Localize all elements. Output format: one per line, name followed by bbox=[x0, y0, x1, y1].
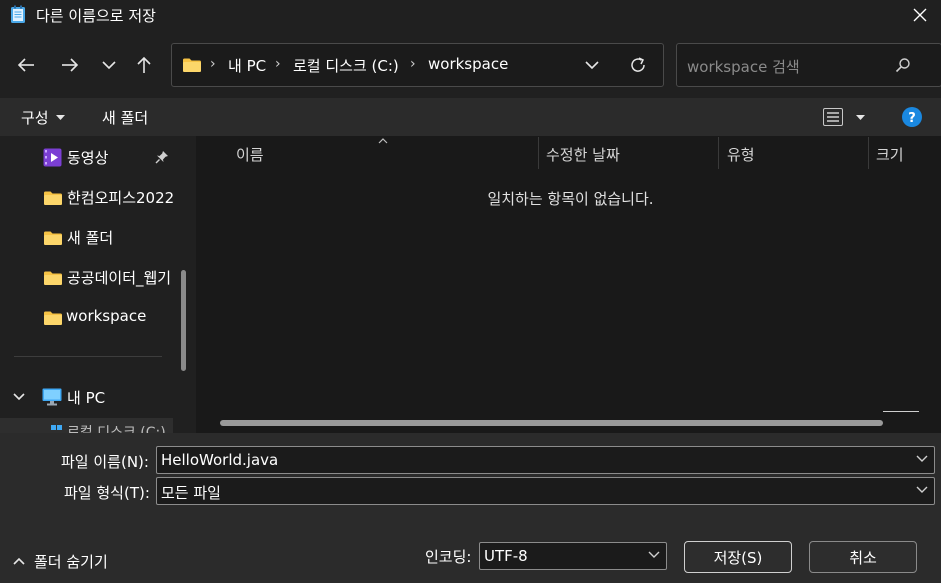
scrollbar-corner-line bbox=[883, 411, 919, 412]
hide-folders-label: 폴더 숨기기 bbox=[34, 553, 108, 571]
encoding-value: UTF-8 bbox=[484, 547, 528, 565]
chevron-up-icon bbox=[13, 557, 25, 565]
folder-icon bbox=[44, 231, 62, 245]
sidebar-item-workspace[interactable]: workspace bbox=[0, 297, 176, 337]
up-arrow-icon bbox=[137, 56, 151, 73]
breadcrumb-separator: › bbox=[410, 56, 416, 72]
chevron-down-icon[interactable] bbox=[13, 393, 25, 401]
column-header-date-modified[interactable]: 수정한 날짜 bbox=[546, 144, 620, 165]
sidebar-item-label: 공공데이터_웹기 bbox=[67, 269, 172, 287]
column-header-size[interactable]: 크기 bbox=[876, 144, 904, 165]
pin-icon[interactable] bbox=[155, 150, 169, 164]
window-title: 다른 이름으로 저장 bbox=[36, 7, 156, 25]
filetype-select[interactable]: 모든 파일 bbox=[156, 477, 935, 505]
new-folder-button[interactable]: 새 폴더 bbox=[102, 107, 148, 128]
sidebar-item-label: 내 PC bbox=[67, 389, 106, 407]
column-divider[interactable] bbox=[718, 137, 719, 169]
cancel-button[interactable]: 취소 bbox=[809, 541, 917, 573]
sidebar-item-label: workspace bbox=[66, 307, 147, 325]
folder-icon bbox=[182, 57, 202, 73]
svg-text:?: ? bbox=[908, 111, 916, 126]
notepad-icon bbox=[10, 5, 26, 24]
horizontal-scrollbar[interactable] bbox=[220, 420, 883, 426]
sidebar-item-this-pc[interactable]: 내 PC bbox=[0, 377, 176, 417]
refresh-icon bbox=[631, 57, 645, 72]
empty-folder-container: 일치하는 항목이 없습니다. bbox=[0, 188, 941, 209]
breadcrumb-this-pc[interactable]: 내 PC bbox=[228, 55, 266, 76]
filetype-label: 파일 형식(T): bbox=[64, 484, 150, 502]
command-bar: 구성 새 폴더 ? bbox=[0, 98, 941, 136]
breadcrumb-workspace[interactable]: workspace bbox=[428, 55, 508, 73]
new-folder-label: 새 폴더 bbox=[102, 109, 149, 127]
help-button[interactable]: ? bbox=[902, 107, 922, 127]
view-list-icon bbox=[823, 108, 843, 126]
empty-folder-message: 일치하는 항목이 없습니다. bbox=[487, 190, 654, 208]
caret-down-icon bbox=[56, 115, 65, 120]
filename-input[interactable]: HelloWorld.java bbox=[161, 451, 278, 469]
filename-label: 파일 이름(N): bbox=[61, 453, 149, 471]
encoding-select[interactable]: UTF-8 bbox=[479, 542, 667, 570]
chevron-down-icon bbox=[102, 60, 116, 69]
computer-icon bbox=[42, 388, 62, 406]
caret-down-icon bbox=[856, 115, 865, 120]
back-button[interactable] bbox=[10, 49, 42, 81]
breadcrumb-separator: › bbox=[210, 56, 216, 72]
folder-icon bbox=[44, 271, 62, 285]
save-button[interactable]: 저장(S) bbox=[684, 541, 792, 573]
search-icon[interactable] bbox=[895, 57, 911, 73]
breadcrumb-separator: › bbox=[275, 56, 281, 72]
title-bar: 다른 이름으로 저장 bbox=[0, 0, 941, 30]
chevron-down-icon[interactable] bbox=[648, 551, 660, 559]
sidebar-item-videos[interactable]: 동영상 bbox=[0, 137, 176, 177]
sidebar-item-new-folder[interactable]: 새 폴더 bbox=[0, 217, 176, 257]
close-button[interactable] bbox=[898, 0, 941, 30]
address-bar[interactable]: › 내 PC › 로컬 디스크 (C:) › workspace bbox=[171, 43, 664, 87]
organize-label: 구성 bbox=[21, 109, 49, 127]
folder-icon bbox=[44, 311, 62, 325]
chevron-down-icon[interactable] bbox=[916, 486, 928, 494]
sidebar-item-public-data[interactable]: 공공데이터_웹기 bbox=[0, 257, 176, 297]
address-dropdown-button[interactable] bbox=[585, 61, 599, 70]
hide-folders-button[interactable]: 폴더 숨기기 bbox=[10, 551, 120, 573]
column-divider[interactable] bbox=[868, 137, 869, 169]
encoding-label: 인코딩: bbox=[425, 548, 472, 566]
sidebar-item-local-disk[interactable]: 로컬 디스크 (C:) bbox=[0, 418, 173, 433]
sidebar-item-label: 로컬 디스크 (C:) bbox=[67, 425, 166, 433]
chevron-down-icon[interactable] bbox=[916, 455, 928, 463]
recent-locations-button[interactable] bbox=[93, 49, 125, 81]
sidebar-item-label: 새 폴더 bbox=[67, 229, 114, 247]
file-list[interactable] bbox=[196, 136, 941, 433]
filetype-value: 모든 파일 bbox=[161, 484, 221, 502]
forward-arrow-icon bbox=[62, 58, 79, 72]
view-options-button[interactable] bbox=[823, 107, 871, 129]
sort-ascending-icon bbox=[378, 138, 388, 144]
search-placeholder[interactable]: workspace 검색 bbox=[687, 56, 800, 77]
chevron-down-icon bbox=[585, 61, 599, 70]
close-icon bbox=[913, 8, 926, 22]
sidebar-scrollbar[interactable] bbox=[181, 270, 186, 371]
column-header-name[interactable]: 이름 bbox=[236, 144, 264, 165]
breadcrumb-local-disk[interactable]: 로컬 디스크 (C:) bbox=[293, 55, 399, 76]
drive-icon bbox=[51, 425, 62, 430]
navigation-pane[interactable]: 동영상 한컴오피스2022 새 폴더 공공데이터_웹기 workspace 내 … bbox=[0, 136, 196, 433]
filename-combobox[interactable]: HelloWorld.java bbox=[156, 446, 935, 474]
help-icon: ? bbox=[902, 107, 922, 127]
column-header-type[interactable]: 유형 bbox=[727, 144, 755, 165]
videos-icon bbox=[43, 148, 62, 167]
forward-button[interactable] bbox=[54, 49, 86, 81]
refresh-button[interactable] bbox=[629, 56, 647, 74]
organize-button[interactable]: 구성 bbox=[21, 107, 65, 129]
sidebar-divider bbox=[14, 356, 162, 357]
sidebar-item-label: 동영상 bbox=[67, 149, 109, 167]
back-arrow-icon bbox=[17, 58, 34, 72]
search-box[interactable]: workspace 검색 bbox=[676, 43, 941, 87]
column-divider[interactable] bbox=[538, 137, 539, 169]
up-button[interactable] bbox=[128, 49, 160, 81]
